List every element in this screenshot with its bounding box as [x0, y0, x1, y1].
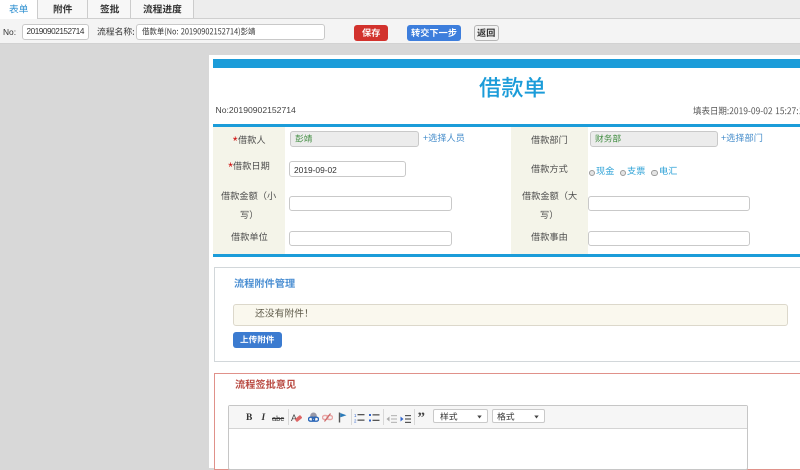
svg-text:1: 1 [354, 413, 357, 418]
svg-text:A: A [291, 413, 297, 423]
svg-text:2: 2 [354, 419, 357, 424]
